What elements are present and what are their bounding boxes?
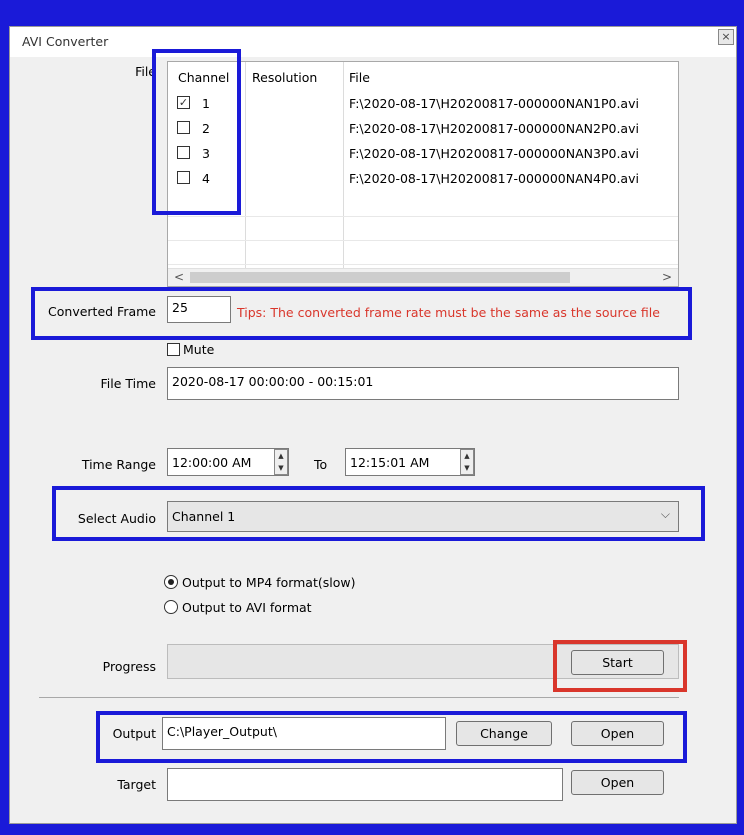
scroll-right-icon[interactable]: > <box>662 270 672 284</box>
target-label: Target <box>117 777 156 792</box>
file-path: F:\2020-08-17\H20200817-000000NAN1P0.avi <box>349 96 639 111</box>
output-highlight <box>96 711 687 763</box>
time-range-from-input[interactable]: 12:00:00 AM <box>167 448 289 476</box>
separator <box>39 697 679 698</box>
file-path: F:\2020-08-17\H20200817-000000NAN2P0.avi <box>349 121 639 136</box>
avi-format-label[interactable]: Output to AVI format <box>182 600 312 615</box>
time-range-to-input[interactable]: 12:15:01 AM <box>345 448 475 476</box>
close-icon[interactable]: × <box>718 29 734 45</box>
start-button-highlight <box>553 640 687 692</box>
file-table[interactable]: Channel Resolution File ✓ 1 F:\2020-08-1… <box>167 61 679 287</box>
mp4-format-radio[interactable] <box>164 575 178 589</box>
progress-label: Progress <box>102 659 156 674</box>
row-divider <box>168 240 678 241</box>
select-audio-highlight <box>52 486 705 541</box>
time-range-label: Time Range <box>81 457 156 472</box>
time-from-spinner-icon[interactable]: ▲ ▼ <box>274 449 288 475</box>
target-input[interactable] <box>167 768 563 801</box>
avi-format-radio[interactable] <box>164 600 178 614</box>
mute-checkbox[interactable] <box>167 343 180 356</box>
row-divider <box>168 216 678 217</box>
scrollbar-thumb[interactable] <box>190 272 570 283</box>
column-header-resolution[interactable]: Resolution <box>252 70 317 85</box>
title-bar: AVI Converter × <box>10 27 736 57</box>
column-divider <box>245 62 246 268</box>
row-divider <box>168 264 678 265</box>
open-target-button[interactable]: Open <box>571 770 664 795</box>
channel-column-highlight <box>152 49 241 215</box>
scroll-left-icon[interactable]: < <box>174 270 184 284</box>
mute-label: Mute <box>183 342 215 357</box>
time-to-spinner-icon[interactable]: ▲ ▼ <box>460 449 474 475</box>
horizontal-scrollbar[interactable]: < > <box>168 268 678 286</box>
time-range-to-label: To <box>314 457 328 472</box>
column-divider <box>343 62 344 268</box>
file-label: File <box>135 64 156 79</box>
converted-frame-highlight <box>31 287 692 340</box>
file-path: F:\2020-08-17\H20200817-000000NAN3P0.avi <box>349 146 639 161</box>
file-path: F:\2020-08-17\H20200817-000000NAN4P0.avi <box>349 171 639 186</box>
window-title: AVI Converter <box>22 34 109 49</box>
column-header-file[interactable]: File <box>349 70 370 85</box>
avi-converter-window: AVI Converter × File Channel Resolution … <box>9 26 737 824</box>
file-time-label: File Time <box>100 376 156 391</box>
mp4-format-label[interactable]: Output to MP4 format(slow) <box>182 575 355 590</box>
file-time-field: 2020-08-17 00:00:00 - 00:15:01 <box>167 367 679 400</box>
